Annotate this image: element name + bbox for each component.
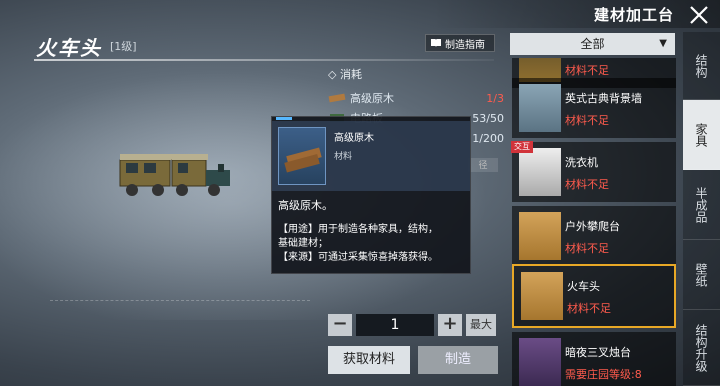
list-item[interactable]: 英式古典背景墙 材料不足 — [512, 78, 676, 138]
material-row[interactable]: 高级原木 1/3 — [328, 88, 504, 108]
craft-button[interactable]: 制造 — [418, 346, 498, 374]
craft-item-list[interactable]: 材料不足 英式古典背景墙 材料不足 交互 洗衣机 材料不足 户外攀爬台 材料不足… — [510, 58, 680, 386]
tooltip-details: 【用途】用于制造各种家具，结构， 基础建材； 【来源】可通过采集惊喜掉落获得。 — [278, 224, 438, 263]
close-icon — [690, 6, 708, 24]
train-model-preview — [119, 154, 230, 196]
item-thumbnail — [519, 212, 561, 260]
increase-button[interactable]: + — [438, 314, 462, 336]
list-item[interactable]: 暗夜三叉烛台 需要庄园等级:8 — [512, 332, 676, 386]
max-button[interactable]: 最大 — [466, 314, 496, 336]
tab-semi-finished[interactable]: 半成品 — [683, 170, 720, 240]
close-button[interactable] — [688, 4, 710, 26]
item-thumbnail — [519, 84, 561, 132]
caret-down-icon: ▼ — [659, 38, 667, 49]
window-title: 建材加工台 — [593, 6, 674, 24]
filter-selected: 全部 — [580, 37, 605, 51]
tab-structure-upgrade[interactable]: 结构升级 — [683, 310, 720, 386]
material-tooltip: 高级原木 材料 高级原木。 【用途】用于制造各种家具，结构， 基础建材； 【来源… — [271, 116, 471, 274]
decrease-button[interactable]: − — [328, 314, 352, 336]
tab-furniture[interactable]: 家具 — [683, 100, 720, 170]
material-path-button[interactable]: 径 — [468, 158, 498, 172]
tooltip-item-name: 高级原木 — [334, 133, 374, 144]
tooltip-item-type: 材料 — [334, 152, 353, 162]
get-materials-button[interactable]: 获取材料 — [328, 346, 410, 374]
craft-guide-button[interactable]: 制造指南 — [425, 34, 495, 52]
list-item[interactable]: 交互 洗衣机 材料不足 — [511, 141, 676, 202]
category-tabs: 结构 家具 半成品 壁纸 结构升级 — [683, 32, 720, 386]
wood-plank-icon — [328, 93, 346, 103]
tab-structure[interactable]: 结构 — [683, 32, 720, 100]
list-item[interactable]: 户外攀爬台 材料不足 — [512, 206, 676, 266]
quantity-stepper: − 1 + 最大 — [328, 314, 496, 336]
tab-wallpaper[interactable]: 壁纸 — [683, 240, 720, 310]
item-thumbnail — [521, 272, 563, 320]
tooltip-item-icon — [278, 127, 326, 185]
tooltip-description: 高级原木。 — [278, 199, 333, 212]
book-icon — [431, 39, 441, 47]
item-thumbnail — [519, 338, 561, 386]
title-underline — [34, 59, 494, 61]
item-level: [1级] — [110, 40, 137, 53]
tooltip-accent-bar — [276, 117, 292, 120]
interactive-badge: 交互 — [511, 141, 533, 153]
category-filter-dropdown[interactable]: 全部 ▼ — [510, 33, 675, 55]
quantity-input[interactable]: 1 — [356, 314, 434, 336]
consumption-heading: ◇ 消耗 — [328, 68, 362, 81]
craft-guide-label: 制造指南 — [445, 39, 485, 51]
list-item-selected[interactable]: 火车头 材料不足 — [512, 264, 676, 328]
item-name: 火车头 — [36, 36, 102, 60]
wood-plank-icon — [284, 147, 322, 173]
item-thumbnail — [519, 148, 561, 196]
display-platform — [50, 300, 310, 318]
